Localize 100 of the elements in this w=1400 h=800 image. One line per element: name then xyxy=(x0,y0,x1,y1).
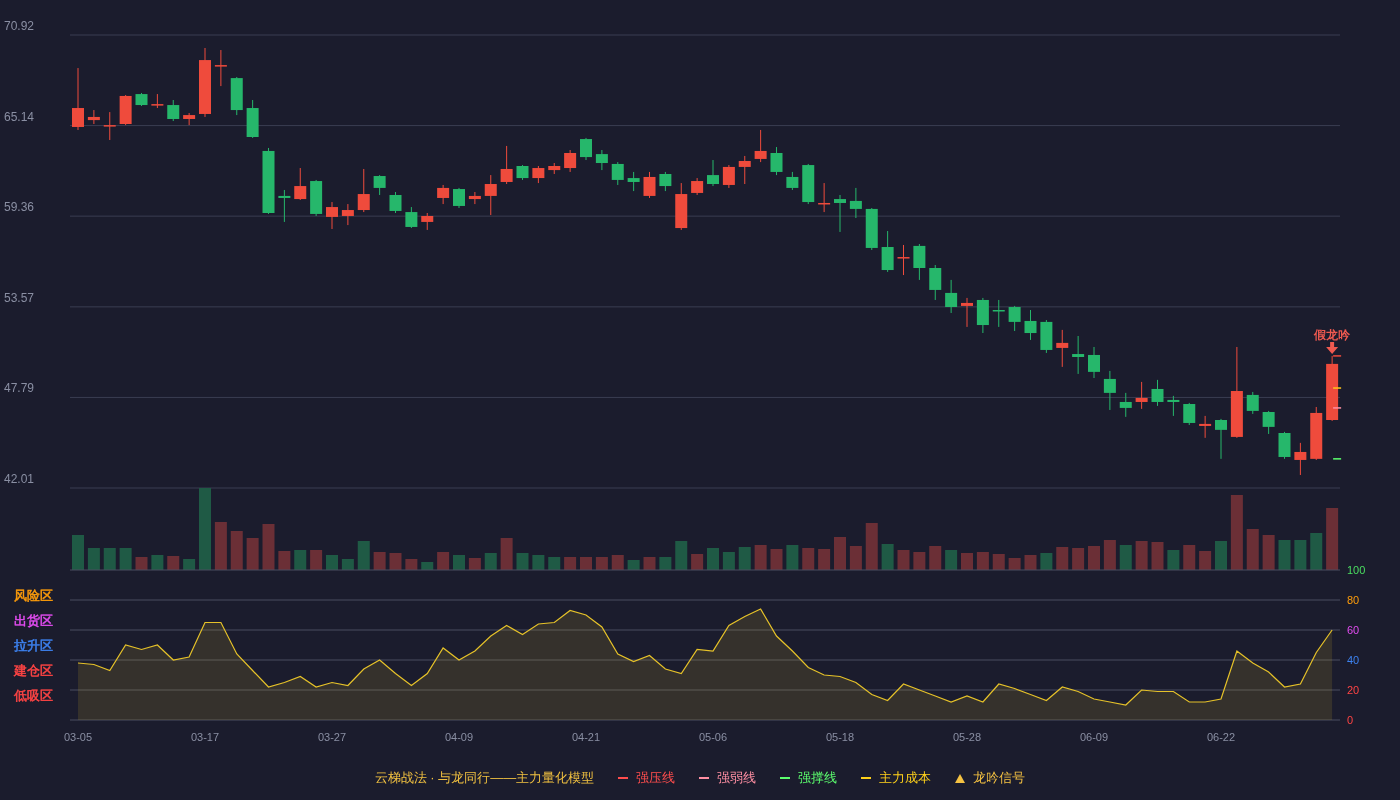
axis-label: 47.79 xyxy=(4,381,35,396)
candlestick xyxy=(913,243,926,281)
candlestick xyxy=(294,167,307,201)
signal-label: 假龙吟 xyxy=(1314,328,1351,342)
candlestick xyxy=(1310,406,1323,461)
candlestick xyxy=(1056,329,1069,368)
axis-label: 42.01 xyxy=(4,472,35,486)
candlestick xyxy=(643,171,656,199)
candlestick xyxy=(103,111,116,141)
candlestick xyxy=(659,171,672,192)
candlestick xyxy=(119,94,132,126)
candlestick xyxy=(548,162,561,175)
zone-label: 低吸区 xyxy=(14,688,53,703)
candlestick xyxy=(389,191,402,214)
candlestick xyxy=(1119,392,1132,418)
candlestick xyxy=(992,299,1005,328)
level-marker xyxy=(1332,407,1342,409)
axis-label: 59.36 xyxy=(4,200,35,215)
candlestick xyxy=(1215,418,1227,460)
axis-label: 70.92 xyxy=(4,19,35,33)
candlestick xyxy=(1294,442,1307,476)
down-arrow-icon xyxy=(1326,342,1339,354)
candlestick xyxy=(183,112,196,126)
candlestick xyxy=(326,201,338,230)
date-label: 06-22 xyxy=(1206,731,1236,743)
candlestick xyxy=(786,171,799,191)
axis-label: 65.14 xyxy=(4,109,35,124)
candlestick xyxy=(341,203,354,226)
candlestick xyxy=(611,161,624,186)
candlestick xyxy=(437,184,450,205)
candlestick xyxy=(818,182,831,213)
candlestick xyxy=(976,297,989,334)
candlestick xyxy=(754,129,767,163)
zone-label: 出货区 xyxy=(14,613,53,628)
date-label: 03-27 xyxy=(317,731,347,743)
date-label: 04-21 xyxy=(571,731,601,743)
legend-label: 强弱线 xyxy=(717,769,757,788)
axis-label: 40 xyxy=(1347,654,1360,666)
date-label: 05-18 xyxy=(825,731,855,743)
date-label: 05-28 xyxy=(952,731,982,743)
zone-label: 风险区 xyxy=(14,588,53,603)
candlestick xyxy=(468,191,481,205)
candlestick xyxy=(802,163,815,205)
candlestick xyxy=(1167,395,1180,417)
axis-label: 100 xyxy=(1347,564,1366,576)
axis-label: 80 xyxy=(1347,594,1360,606)
candlestick xyxy=(1008,305,1021,332)
legend-label: 龙吟信号 xyxy=(973,769,1026,788)
legend-title: 云梯战法 · 与龙同行——主力量化模型 xyxy=(374,769,595,788)
candlestick xyxy=(421,212,434,231)
candlestick xyxy=(1326,355,1339,422)
zone-label: 拉升区 xyxy=(14,638,53,653)
candlestick xyxy=(516,164,529,181)
candlestick xyxy=(1040,319,1053,354)
candlestick xyxy=(580,137,592,161)
candlestick xyxy=(1135,381,1148,410)
legend-label: 强撑线 xyxy=(798,769,838,788)
date-label: 03-17 xyxy=(190,731,220,743)
candlestick xyxy=(961,297,973,328)
candlestick xyxy=(500,145,513,185)
date-label: 06-09 xyxy=(1079,731,1109,743)
candlestick xyxy=(135,92,148,107)
candlestick xyxy=(373,174,386,196)
date-label: 03-05 xyxy=(63,731,93,743)
candlestick xyxy=(564,149,577,173)
candlestick xyxy=(1088,346,1100,379)
candlestick xyxy=(214,49,227,87)
date-label: 05-06 xyxy=(698,731,728,743)
axis-label: 0 xyxy=(1347,714,1354,726)
candlestick xyxy=(849,187,862,219)
legend-label: 强压线 xyxy=(636,769,676,788)
candlestick xyxy=(72,67,84,131)
candlestick xyxy=(1151,379,1164,407)
date-label: 04-09 xyxy=(444,731,474,743)
zone-label: 建仓区 xyxy=(14,663,53,678)
candlestick xyxy=(1278,431,1291,460)
candlestick xyxy=(929,264,942,301)
legend-label: 主力成本 xyxy=(879,769,932,788)
level-marker xyxy=(1332,387,1342,389)
candlestick xyxy=(278,189,291,223)
candlestick xyxy=(865,207,878,251)
candlestick xyxy=(1262,410,1275,435)
axis-label: 60 xyxy=(1347,624,1360,636)
candlestick xyxy=(1183,402,1196,426)
candlestick xyxy=(691,177,704,196)
candlestick xyxy=(675,182,688,231)
candlestick xyxy=(167,99,180,122)
level-marker xyxy=(1332,458,1342,460)
candlestick xyxy=(310,179,323,217)
candlestick xyxy=(770,146,783,176)
axis-label: 20 xyxy=(1347,684,1360,696)
candlestick xyxy=(246,99,259,139)
candlestick xyxy=(945,279,958,314)
candlestick xyxy=(199,47,211,118)
candlestick xyxy=(151,93,164,109)
candlestick xyxy=(738,155,751,185)
candlestick xyxy=(1072,335,1085,375)
candlestick xyxy=(834,194,846,233)
candlestick xyxy=(881,230,894,273)
axis-label: 53.57 xyxy=(4,290,35,305)
